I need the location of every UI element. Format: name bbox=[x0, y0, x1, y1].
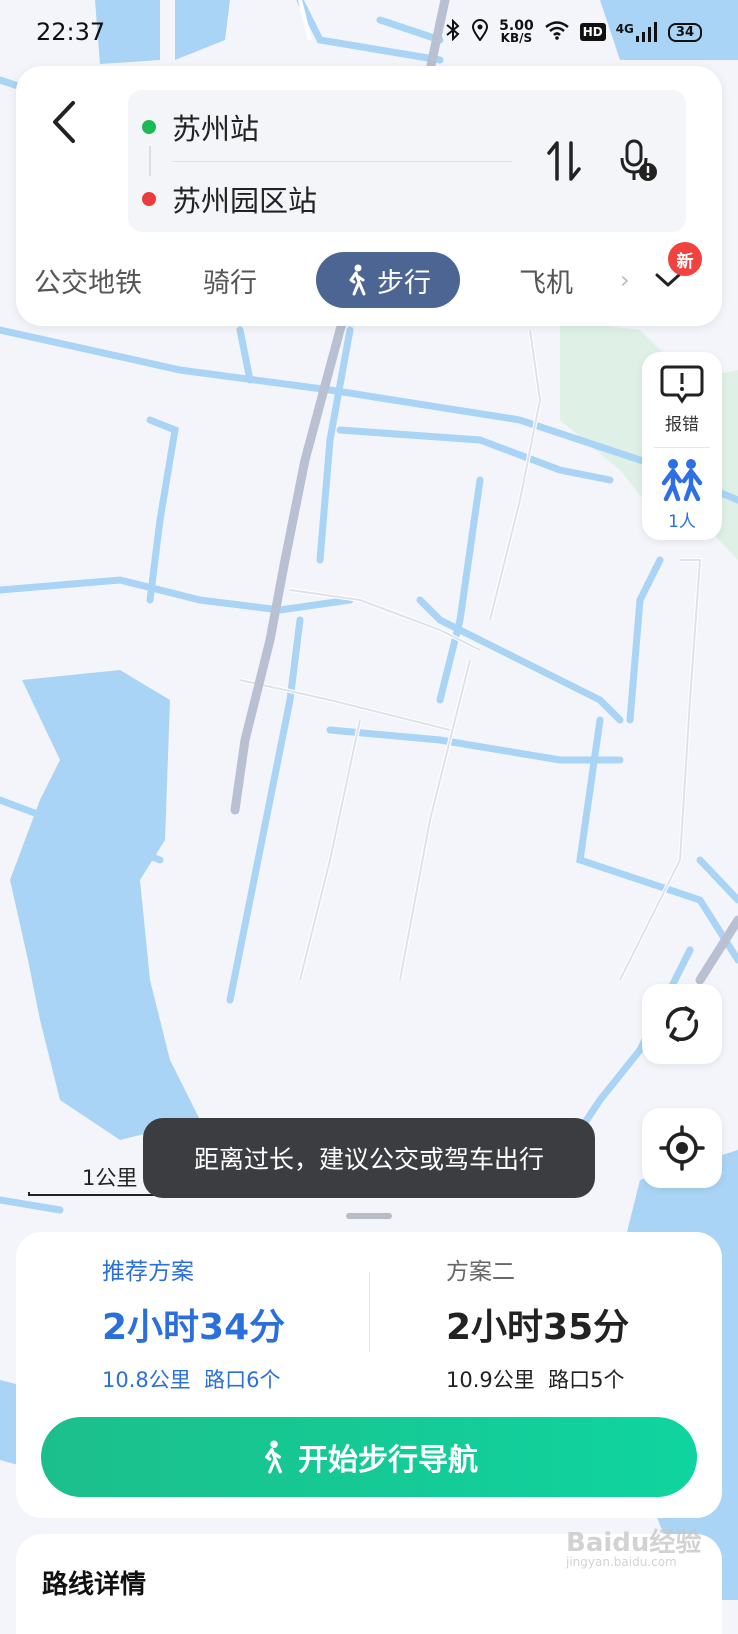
tab-transit[interactable]: 公交地铁 bbox=[30, 252, 146, 308]
companion-count-button[interactable]: 1人 bbox=[642, 449, 722, 539]
hd-badge: HD bbox=[579, 23, 606, 41]
sheet-drag-handle[interactable] bbox=[346, 1213, 392, 1219]
map-side-panel: 报错 1人 bbox=[642, 352, 722, 540]
status-bar: 22:37 5.00 KB/S HD 4G 34 bbox=[0, 0, 738, 64]
tab-flight[interactable]: 飞机 bbox=[508, 252, 584, 308]
location-icon bbox=[471, 18, 489, 46]
crosshair-target-icon bbox=[659, 1125, 705, 1171]
companion-count-label: 1人 bbox=[668, 511, 696, 532]
swap-button[interactable] bbox=[542, 136, 586, 186]
stop-connector bbox=[149, 146, 151, 176]
plan-recommended[interactable]: 推荐方案 2小时34分 10.8公里 路口6个 bbox=[102, 1252, 285, 1394]
new-badge: 新 bbox=[668, 242, 702, 276]
start-walking-navigation-button[interactable]: 开始步行导航 bbox=[41, 1417, 697, 1497]
walking-person-icon bbox=[265, 1440, 283, 1474]
plan-two-meta: 10.9公里 路口5个 bbox=[446, 1368, 625, 1392]
end-point-field[interactable]: 苏州园区站 bbox=[142, 174, 317, 224]
distance-warning-toast: 距离过长，建议公交或驾车出行 bbox=[143, 1118, 595, 1198]
refresh-button[interactable] bbox=[642, 984, 722, 1064]
end-dot-icon bbox=[142, 192, 156, 206]
start-point-label: 苏州站 bbox=[172, 112, 260, 146]
route-input-box: 苏州站 苏州园区站 bbox=[128, 90, 686, 232]
status-icons: 5.00 KB/S HD 4G 34 bbox=[445, 18, 702, 46]
battery-indicator: 34 bbox=[667, 22, 702, 42]
route-details-title: 路线详情 bbox=[42, 1570, 147, 1600]
scale-label: 1公里 bbox=[82, 1166, 138, 1190]
start-point-field[interactable]: 苏州站 bbox=[142, 102, 259, 152]
status-time: 22:37 bbox=[36, 18, 106, 46]
start-dot-icon bbox=[142, 120, 156, 134]
chevron-left-icon bbox=[53, 101, 75, 143]
plan-two-label: 方案二 bbox=[446, 1259, 515, 1285]
report-error-label: 报错 bbox=[665, 414, 699, 435]
route-plans-card: 推荐方案 2小时34分 10.8公里 路口6个 方案二 2小时35分 10.9公… bbox=[16, 1232, 722, 1518]
baidu-watermark: Baidu经验 jingyan.baidu.com bbox=[566, 1528, 702, 1569]
refresh-icon bbox=[665, 1006, 699, 1042]
travel-mode-tabs: 公交地铁 骑行 步行 飞机 › 新 bbox=[16, 242, 722, 308]
plan-recommended-time: 2小时34分 bbox=[102, 1307, 286, 1348]
plans-divider bbox=[369, 1272, 370, 1352]
two-people-icon bbox=[661, 458, 703, 501]
next-tab-fragment-icon: › bbox=[620, 266, 630, 294]
tab-walking-label: 步行 bbox=[377, 267, 431, 299]
locate-me-button[interactable] bbox=[642, 1108, 722, 1188]
plan-two-time: 2小时35分 bbox=[446, 1307, 630, 1348]
back-button[interactable] bbox=[42, 96, 86, 148]
microphone-alert-icon bbox=[620, 139, 657, 181]
tab-walking[interactable]: 步行 bbox=[316, 252, 460, 308]
tab-cycling[interactable]: 骑行 bbox=[192, 252, 268, 308]
plan-recommended-label: 推荐方案 bbox=[102, 1259, 194, 1285]
swap-arrows-icon bbox=[547, 141, 581, 181]
bluetooth-icon bbox=[445, 18, 461, 46]
walking-person-icon bbox=[349, 264, 366, 296]
report-error-button[interactable]: 报错 bbox=[642, 354, 722, 444]
report-error-icon bbox=[660, 365, 704, 404]
end-point-label: 苏州园区站 bbox=[172, 184, 318, 218]
plan-recommended-meta: 10.8公里 路口6个 bbox=[102, 1368, 281, 1392]
signal-icon: 4G bbox=[616, 22, 658, 42]
field-divider bbox=[172, 161, 512, 162]
wifi-icon bbox=[544, 20, 570, 45]
plan-two[interactable]: 方案二 2小时35分 10.9公里 路口5个 bbox=[446, 1252, 629, 1394]
network-speed: 5.00 KB/S bbox=[499, 18, 534, 45]
route-card: 苏州站 苏州园区站 公交地铁 骑行 步行 飞机 › 新 bbox=[16, 66, 722, 326]
side-panel-divider bbox=[654, 447, 710, 448]
start-navigation-label: 开始步行导航 bbox=[298, 1443, 478, 1478]
voice-button[interactable] bbox=[614, 136, 662, 186]
